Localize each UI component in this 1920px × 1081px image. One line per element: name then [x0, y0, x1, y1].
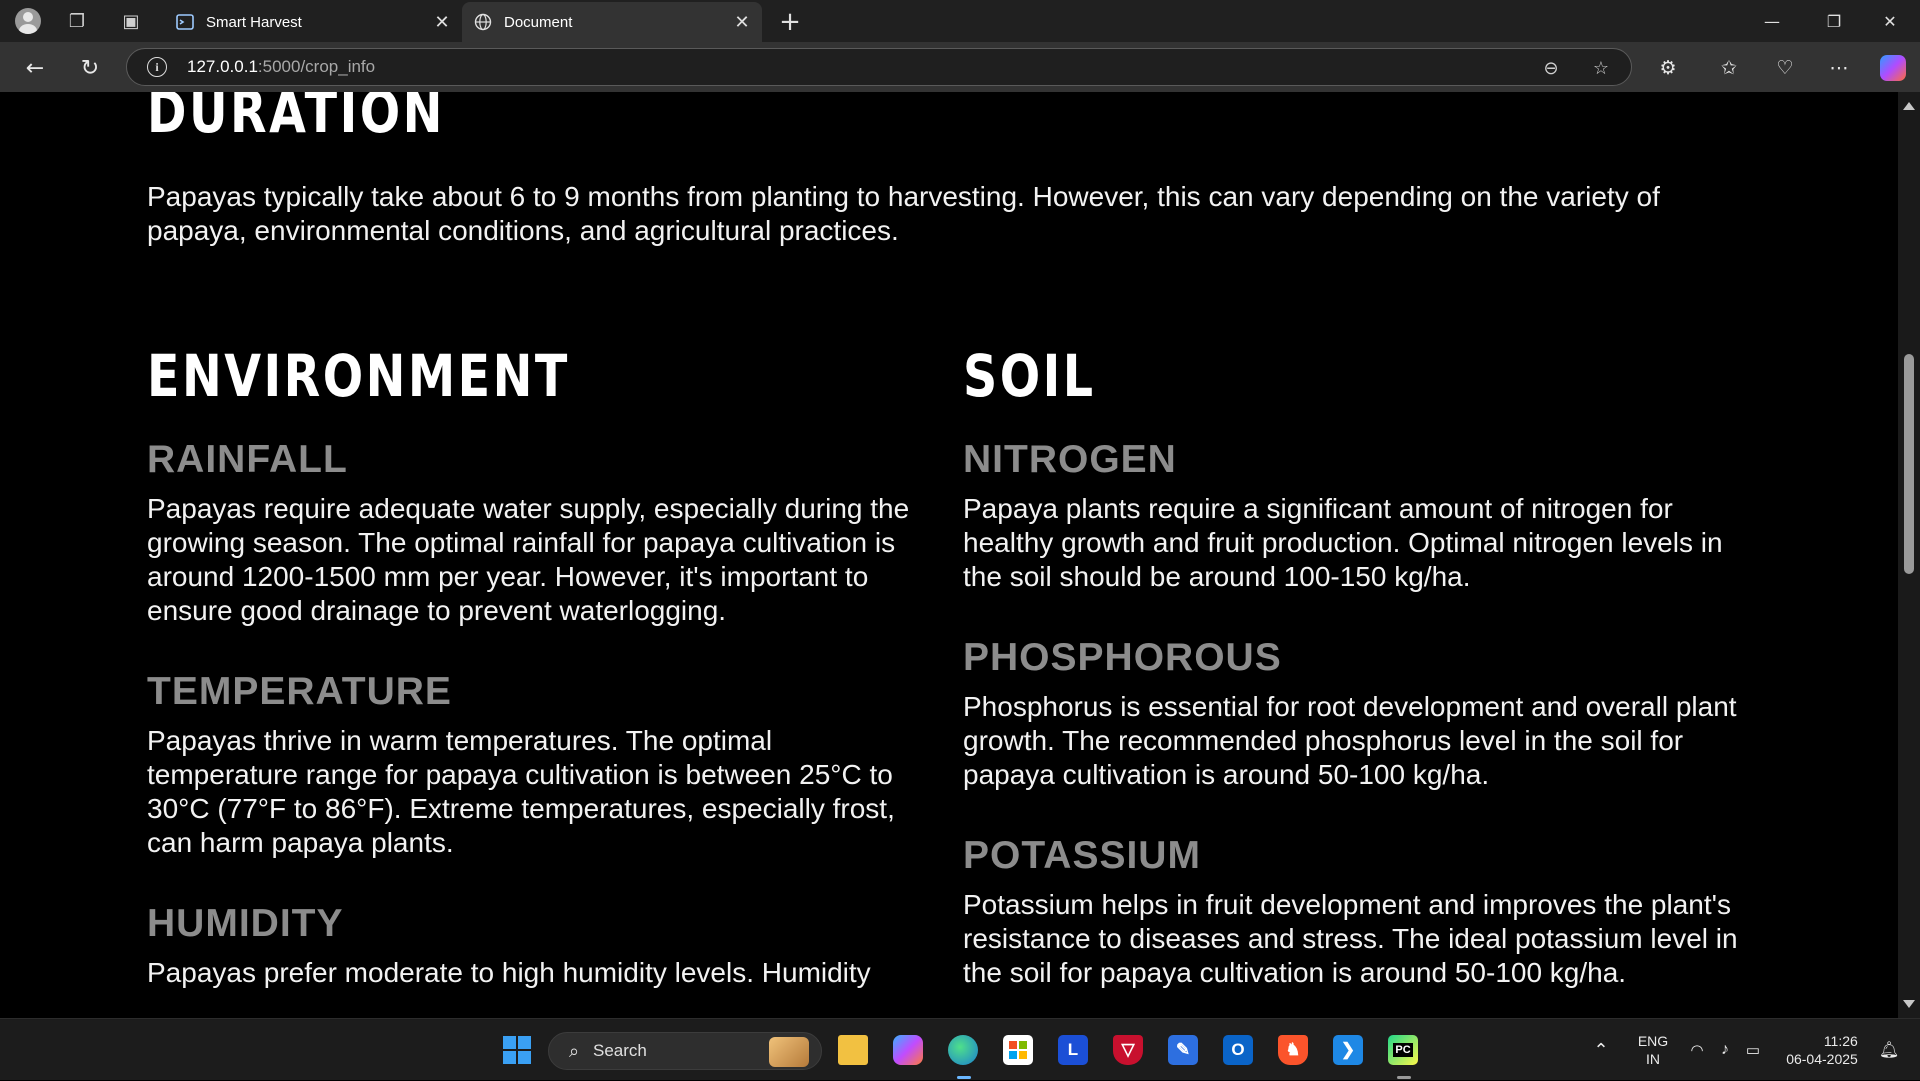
- pycharm-icon[interactable]: PC: [1384, 1031, 1422, 1069]
- language-code: ENG: [1637, 1033, 1669, 1049]
- search-icon: ⌕: [568, 1040, 580, 1062]
- file-explorer-icon[interactable]: [834, 1031, 872, 1069]
- writing-app-icon[interactable]: ✎: [1164, 1031, 1202, 1069]
- rainfall-section: RAINFALL Papayas require adequate water …: [147, 432, 927, 628]
- url-host: 127.0.0.1: [187, 57, 258, 76]
- url-path: :5000/crop_info: [257, 57, 376, 76]
- scrollbar-thumb[interactable]: [1904, 354, 1914, 574]
- outlook-icon[interactable]: O: [1219, 1031, 1257, 1069]
- rainfall-heading: RAINFALL: [147, 438, 348, 481]
- clock-time: 11:26: [1823, 1033, 1858, 1049]
- globe-icon: [474, 13, 492, 31]
- close-tab-icon[interactable]: ✕: [428, 8, 456, 36]
- nitrogen-text: Papaya plants require a significant amou…: [963, 493, 1723, 592]
- temperature-text: Papayas thrive in warm temperatures. The…: [147, 725, 895, 858]
- search-highlight-art-icon: [769, 1037, 809, 1067]
- duration-heading: DURATION: [147, 92, 445, 146]
- soil-column: SOIL NITROGEN Papaya plants require a si…: [963, 332, 1743, 1018]
- back-arrow-icon[interactable]: ←: [20, 53, 50, 83]
- clock-date: 06-04-2025: [1786, 1051, 1858, 1067]
- refresh-icon[interactable]: ↻: [75, 53, 105, 83]
- notifications-bell-icon[interactable]: 🔔︎: [1876, 1019, 1902, 1081]
- volume-icon[interactable]: ♪: [1712, 1019, 1738, 1081]
- terminal-favicon-icon: [176, 13, 194, 31]
- reading-mode-icon[interactable]: ⊖: [1539, 56, 1563, 80]
- page-scrollbar[interactable]: [1898, 92, 1920, 1018]
- mcafee-icon[interactable]: ▽: [1109, 1031, 1147, 1069]
- restore-icon[interactable]: ❐: [1806, 0, 1862, 42]
- edge-active-indicator: [957, 1076, 971, 1079]
- new-tab-button[interactable]: +: [774, 6, 806, 38]
- language-indicator[interactable]: ENG IN: [1630, 1019, 1676, 1081]
- page-viewport: DURATION Papayas typically take about 6 …: [6, 92, 1898, 1018]
- windows-taskbar: ⌕ Search L ▽ ✎ O ♞ ❯ PC ⌃ ENG IN ◠ ♪ ▭ 1…: [0, 1018, 1920, 1080]
- temperature-section: TEMPERATURE Papayas thrive in warm tempe…: [147, 664, 927, 860]
- show-hidden-icons-chevron-icon[interactable]: ⌃: [1586, 1019, 1616, 1081]
- phosphorous-text: Phosphorus is essential for root develop…: [963, 691, 1737, 790]
- favorites-icon[interactable]: ✩: [1714, 53, 1744, 83]
- soil-heading: SOIL: [963, 342, 1096, 410]
- phosphorous-heading: PHOSPHOROUS: [963, 636, 1282, 679]
- nitrogen-heading: NITROGEN: [963, 438, 1177, 481]
- tab-title: Document: [504, 13, 573, 31]
- extensions-icon[interactable]: ⚙: [1653, 53, 1683, 83]
- url-text[interactable]: 127.0.0.1:5000/crop_info: [187, 57, 375, 77]
- browser-tab-bar: ❐ ▣ Smart Harvest ✕ Document ✕ + — ❐ ✕: [0, 0, 1920, 42]
- brave-browser-icon[interactable]: ♞: [1274, 1031, 1312, 1069]
- close-tab-icon[interactable]: ✕: [728, 8, 756, 36]
- potassium-heading: POTASSIUM: [963, 834, 1201, 877]
- environment-heading: ENVIRONMENT: [147, 342, 570, 410]
- address-bar[interactable]: i 127.0.0.1:5000/crop_info ⊖ ☆: [126, 48, 1632, 86]
- nitrogen-section: NITROGEN Papaya plants require a signifi…: [963, 432, 1743, 594]
- microsoft-store-icon[interactable]: [999, 1031, 1037, 1069]
- potassium-section: POTASSIUM Potassium helps in fruit devel…: [963, 828, 1743, 990]
- minimize-icon[interactable]: —: [1744, 0, 1800, 42]
- browser-essentials-icon[interactable]: ♡: [1770, 53, 1800, 83]
- tab-document[interactable]: Document ✕: [462, 2, 762, 42]
- scroll-up-arrow-icon[interactable]: [1903, 102, 1915, 110]
- more-options-icon[interactable]: ⋯: [1824, 53, 1854, 83]
- edge-browser-icon[interactable]: [944, 1031, 982, 1069]
- l-app-icon[interactable]: L: [1054, 1031, 1092, 1069]
- workspaces-icon[interactable]: ❐: [64, 8, 90, 34]
- clock[interactable]: 11:26 06-04-2025: [1776, 1019, 1868, 1081]
- environment-column: ENVIRONMENT RAINFALL Papayas require ade…: [147, 332, 927, 1018]
- potassium-text: Potassium helps in fruit development and…: [963, 889, 1738, 988]
- profile-avatar-icon[interactable]: [15, 8, 41, 34]
- taskbar-search[interactable]: ⌕ Search: [548, 1032, 822, 1070]
- copilot-icon[interactable]: [1878, 53, 1908, 83]
- humidity-text: Papayas prefer moderate to high humidity…: [147, 957, 871, 988]
- humidity-heading: HUMIDITY: [147, 902, 344, 945]
- start-windows-icon[interactable]: [498, 1031, 536, 1069]
- pycharm-running-indicator: [1397, 1076, 1411, 1079]
- close-window-icon[interactable]: ✕: [1862, 0, 1918, 42]
- region-code: IN: [1646, 1051, 1660, 1067]
- duration-text: Papayas typically take about 6 to 9 mont…: [147, 181, 1660, 246]
- copilot-app-icon[interactable]: [889, 1031, 927, 1069]
- humidity-section: HUMIDITY Papayas prefer moderate to high…: [147, 896, 927, 990]
- temperature-heading: TEMPERATURE: [147, 670, 452, 713]
- search-label: Search: [593, 1041, 647, 1060]
- phosphorous-section: PHOSPHOROUS Phosphorus is essential for …: [963, 630, 1743, 792]
- tab-title: Smart Harvest: [206, 13, 302, 31]
- scroll-down-arrow-icon[interactable]: [1903, 1000, 1915, 1008]
- tab-smart-harvest[interactable]: Smart Harvest ✕: [164, 2, 462, 42]
- wifi-icon[interactable]: ◠: [1684, 1019, 1710, 1081]
- site-info-icon[interactable]: i: [147, 57, 167, 77]
- vscode-icon[interactable]: ❯: [1329, 1031, 1367, 1069]
- favorite-star-icon[interactable]: ☆: [1589, 56, 1613, 80]
- browser-toolbar: ← ↻ i 127.0.0.1:5000/crop_info ⊖ ☆ ⚙ ✩ ♡…: [0, 42, 1920, 92]
- rainfall-text: Papayas require adequate water supply, e…: [147, 493, 910, 626]
- vertical-tabs-icon[interactable]: ▣: [118, 8, 144, 34]
- battery-icon[interactable]: ▭: [1740, 1019, 1766, 1081]
